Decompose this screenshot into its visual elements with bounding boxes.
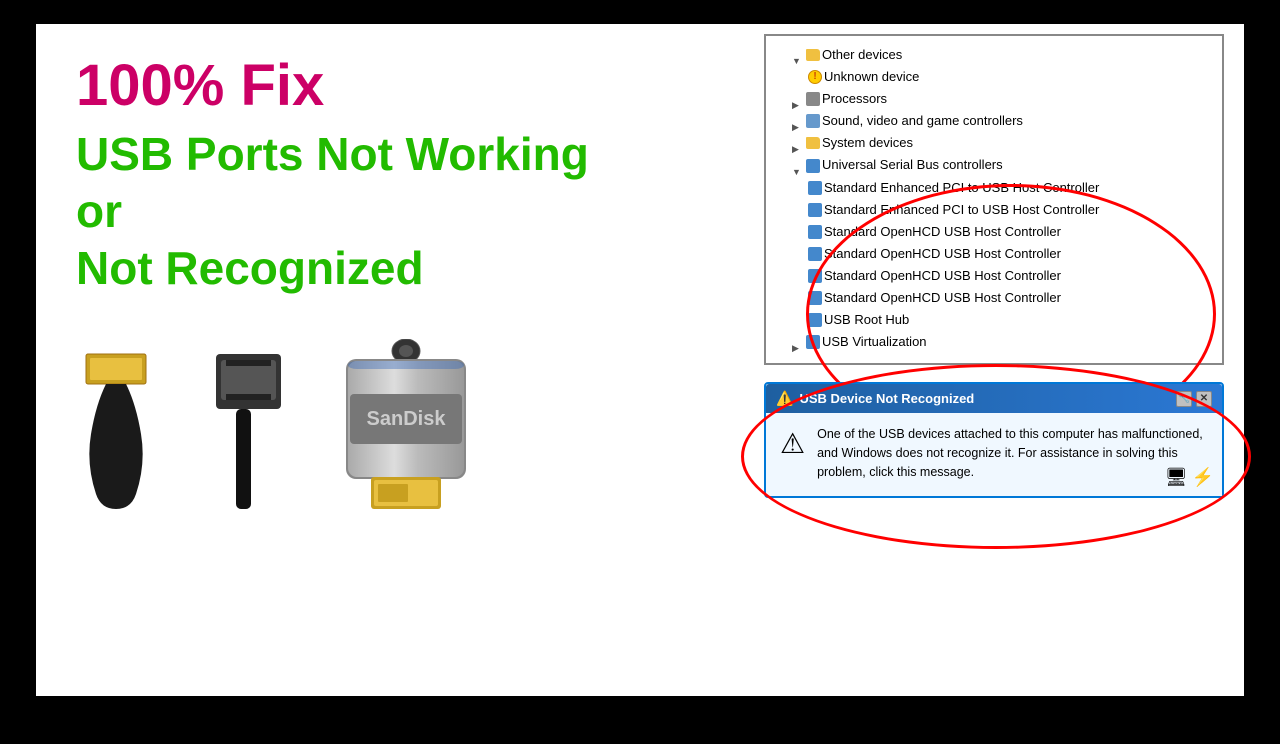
dm-label-usb-5: Standard OpenHCD USB Host Controller bbox=[824, 265, 1061, 287]
dm-label-other-devices: Other devices bbox=[822, 44, 902, 66]
dm-row-system[interactable]: System devices bbox=[776, 132, 1212, 154]
dm-row-usb-5[interactable]: Standard OpenHCD USB Host Controller bbox=[776, 265, 1212, 287]
dm-label-usb-4: Standard OpenHCD USB Host Controller bbox=[824, 243, 1061, 265]
dm-row-usb-controllers[interactable]: Universal Serial Bus controllers bbox=[776, 154, 1212, 176]
dm-row-unknown-device[interactable]: ! Unknown device bbox=[776, 66, 1212, 88]
usb-images: SanDisk bbox=[76, 314, 734, 514]
system-icon bbox=[806, 137, 820, 149]
usb-root-icon bbox=[808, 313, 822, 327]
dm-row-usb-4[interactable]: Standard OpenHCD USB Host Controller bbox=[776, 243, 1212, 265]
warning-triangle-icon: ⚠️ bbox=[776, 390, 793, 407]
dm-label-unknown-device: Unknown device bbox=[824, 66, 919, 88]
dm-label-usb-root: USB Root Hub bbox=[824, 309, 909, 331]
dm-row-processors[interactable]: Processors bbox=[776, 88, 1212, 110]
dm-row-usb-3[interactable]: Standard OpenHCD USB Host Controller bbox=[776, 221, 1212, 243]
dm-row-usb-6[interactable]: Standard OpenHCD USB Host Controller bbox=[776, 287, 1212, 309]
usb-flash-drive: SanDisk bbox=[306, 339, 506, 514]
usb-controller-icon bbox=[806, 159, 820, 173]
popup-title-text: USB Device Not Recognized bbox=[799, 391, 974, 406]
title-fix: 100% Fix bbox=[76, 54, 324, 118]
title-notrecog: Not Recognized bbox=[76, 242, 424, 295]
dm-label-processors: Processors bbox=[822, 88, 887, 110]
dm-row-usb-2[interactable]: Standard Enhanced PCI to USB Host Contro… bbox=[776, 199, 1212, 221]
proc-icon bbox=[806, 92, 820, 106]
title-usb: USB Ports Not Working bbox=[76, 128, 589, 181]
dm-tree: Other devices ! Unknown device Processor… bbox=[776, 44, 1212, 353]
popup-close-button[interactable]: ✕ bbox=[1196, 391, 1212, 407]
dm-row-usb-root[interactable]: USB Root Hub bbox=[776, 309, 1212, 331]
dm-row-other-devices[interactable]: Other devices bbox=[776, 44, 1212, 66]
left-panel: 100% Fix USB Ports Not Working or Not Re… bbox=[36, 24, 764, 534]
dm-label-system: System devices bbox=[822, 132, 913, 154]
dm-label-usb-3: Standard OpenHCD USB Host Controller bbox=[824, 221, 1061, 243]
arrow-down-icon bbox=[792, 49, 804, 61]
svg-text:SanDisk: SanDisk bbox=[367, 408, 447, 430]
popup-title-left: ⚠️ USB Device Not Recognized bbox=[776, 390, 974, 407]
warning-icon: ! bbox=[808, 70, 822, 84]
dm-label-usb-6: Standard OpenHCD USB Host Controller bbox=[824, 287, 1061, 309]
usb-item-icon-5 bbox=[808, 269, 822, 283]
popup-body: ⚠ One of the USB devices attached to thi… bbox=[766, 413, 1222, 495]
usb-item-icon-1 bbox=[808, 181, 822, 195]
folder-icon bbox=[806, 49, 820, 61]
usb-item-icon-6 bbox=[808, 291, 822, 305]
popup-body-text[interactable]: One of the USB devices attached to this … bbox=[817, 425, 1208, 481]
title-or: or bbox=[76, 185, 122, 238]
popup-warning-icon: ⚠ bbox=[780, 427, 805, 460]
arrow-right-icon bbox=[792, 93, 804, 105]
usb-virt-icon bbox=[806, 335, 820, 349]
arrow-right-icon-sound bbox=[792, 115, 804, 127]
taskbar-icons: 🖥 ⚡ bbox=[1165, 467, 1214, 488]
popup-settings-button[interactable]: 🔧 bbox=[1176, 391, 1192, 407]
usb-item-icon-4 bbox=[808, 247, 822, 261]
usb-item-icon-3 bbox=[808, 225, 822, 239]
dm-label-usb-2: Standard Enhanced PCI to USB Host Contro… bbox=[824, 199, 1099, 221]
right-panel: Other devices ! Unknown device Processor… bbox=[764, 24, 1244, 508]
dm-row-sound[interactable]: Sound, video and game controllers bbox=[776, 110, 1212, 132]
usb-item-icon-2 bbox=[808, 203, 822, 217]
dm-row-usb-virt[interactable]: USB Virtualization bbox=[776, 331, 1212, 353]
dm-label-sound: Sound, video and game controllers bbox=[822, 110, 1023, 132]
network-icon: 🖥 bbox=[1165, 467, 1188, 488]
usb-taskbar-icon: ⚡ bbox=[1192, 467, 1214, 488]
popup-titlebar: ⚠️ USB Device Not Recognized 🔧 ✕ bbox=[766, 384, 1222, 413]
main-container: 100% Fix USB Ports Not Working or Not Re… bbox=[36, 24, 1244, 696]
arrow-down-usb-icon bbox=[792, 160, 804, 172]
dm-label-usb-1: Standard Enhanced PCI to USB Host Contro… bbox=[824, 177, 1099, 199]
arrow-right-icon-system bbox=[792, 137, 804, 149]
device-manager-window: Other devices ! Unknown device Processor… bbox=[764, 34, 1224, 365]
arrow-right-virt-icon bbox=[792, 336, 804, 348]
sound-icon bbox=[806, 114, 820, 128]
usb-not-recognized-popup[interactable]: ⚠️ USB Device Not Recognized 🔧 ✕ ⚠ One o… bbox=[764, 382, 1224, 497]
dm-label-usb-controllers: Universal Serial Bus controllers bbox=[822, 154, 1003, 176]
dm-label-usb-virt: USB Virtualization bbox=[822, 331, 927, 353]
dm-row-usb-1[interactable]: Standard Enhanced PCI to USB Host Contro… bbox=[776, 177, 1212, 199]
popup-controls: 🔧 ✕ bbox=[1176, 391, 1212, 407]
